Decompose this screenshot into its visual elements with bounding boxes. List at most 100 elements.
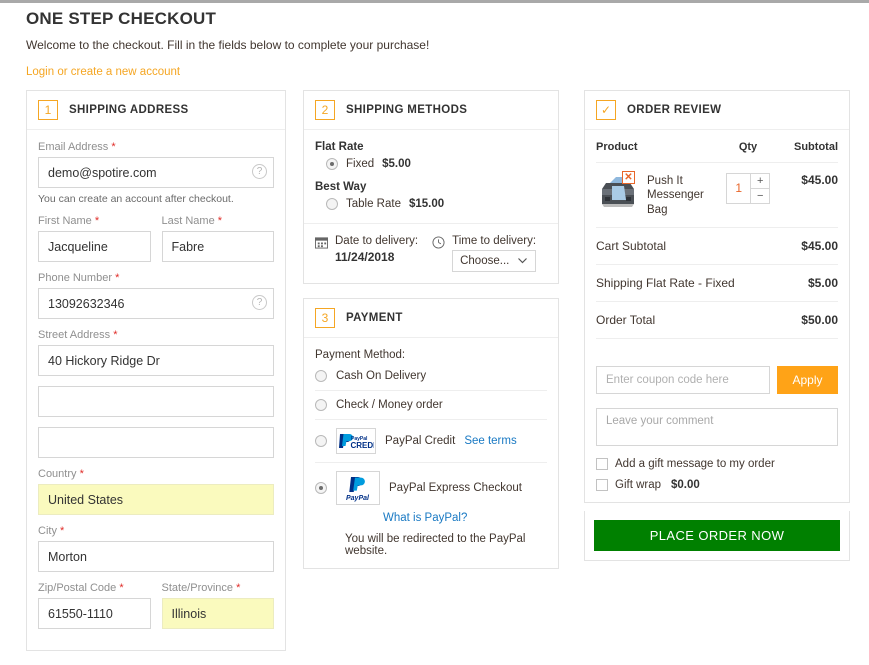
step-number-2: 2 bbox=[315, 100, 335, 120]
shipping-group-flat-rate: Flat Rate bbox=[315, 141, 364, 153]
gift-wrap-label: Gift wrap bbox=[615, 479, 662, 492]
city-required-mark: * bbox=[60, 525, 65, 537]
street-address-label-text: Street Address bbox=[38, 329, 111, 341]
street-address-line1-input[interactable] bbox=[38, 345, 274, 376]
payment-panel: 3 PAYMENT Payment Method: Cash On Delive… bbox=[303, 298, 559, 569]
first-name-required-mark: * bbox=[94, 215, 100, 227]
order-items-thead: Product Qty Subtotal bbox=[596, 141, 838, 163]
delivery-date-label: Date to delivery: bbox=[335, 235, 419, 247]
delivery-time-select[interactable]: Choose... bbox=[452, 250, 537, 272]
last-name-label: Last Name * bbox=[162, 215, 275, 227]
order-comment-textarea[interactable] bbox=[596, 408, 838, 447]
payment-option-paypal-credit-label: PayPal Credit bbox=[385, 435, 456, 447]
shipping-option-fixed-price: $5.00 bbox=[382, 158, 411, 170]
phone-label-text: Phone Number bbox=[38, 272, 112, 284]
delivery-date-text-block: Date to delivery: 11/24/2018 bbox=[335, 235, 418, 264]
apply-coupon-button[interactable]: Apply bbox=[777, 366, 838, 395]
what-is-paypal-wrap: What is PayPal? bbox=[315, 510, 547, 524]
help-icon[interactable]: ? bbox=[252, 164, 267, 179]
quantity-stepper[interactable]: 1 + − bbox=[726, 173, 770, 204]
page-title: ONE STEP CHECKOUT bbox=[26, 9, 217, 28]
order-items-header-row: Product Qty Subtotal bbox=[596, 141, 838, 163]
see-terms-link[interactable]: See terms bbox=[464, 435, 516, 447]
shipping-address-title: SHIPPING ADDRESS bbox=[69, 104, 189, 116]
radio-icon[interactable] bbox=[315, 370, 327, 382]
state-select[interactable] bbox=[161, 598, 274, 629]
order-review-title: ORDER REVIEW bbox=[627, 104, 722, 116]
email-input[interactable] bbox=[38, 157, 274, 188]
payment-option-cash-label: Cash On Delivery bbox=[336, 370, 427, 382]
street-address-line2-input[interactable] bbox=[38, 386, 274, 417]
delivery-date-value[interactable]: 11/24/2018 bbox=[335, 250, 418, 264]
city-input[interactable] bbox=[38, 541, 274, 572]
payment-option-paypal-express[interactable]: PayPal PayPal Express Checkout bbox=[315, 462, 547, 508]
product-thumbnail: ✕ bbox=[596, 171, 640, 213]
last-name-input[interactable] bbox=[161, 231, 274, 262]
help-icon[interactable]: ? bbox=[252, 295, 267, 310]
gift-message-row[interactable]: Add a gift message to my order bbox=[596, 458, 838, 471]
total-label-shipping: Shipping Flat Rate - Fixed bbox=[596, 276, 735, 291]
shipping-option-table-rate[interactable]: Table Rate $15.00 bbox=[315, 198, 547, 210]
shipping-option-fixed[interactable]: Fixed $5.00 bbox=[315, 158, 547, 170]
payment-option-cash-on-delivery[interactable]: Cash On Delivery bbox=[315, 370, 547, 390]
column-header-qty: Qty bbox=[720, 141, 776, 163]
delivery-time-label: Time to delivery: bbox=[452, 235, 537, 247]
delivery-time-select-value: Choose... bbox=[460, 255, 510, 267]
quantity-value[interactable]: 1 bbox=[727, 174, 751, 203]
payment-option-check-money-order[interactable]: Check / Money order bbox=[315, 390, 547, 419]
country-label: Country * bbox=[38, 468, 274, 480]
payment-option-paypal-credit[interactable]: PayPal CREDIT PayPal Credit See terms bbox=[315, 419, 547, 462]
state-field-group: State/Province * bbox=[161, 582, 275, 629]
shipping-address-column: 1 SHIPPING ADDRESS Email Address * ? bbox=[26, 90, 286, 665]
quantity-decrease-button[interactable]: − bbox=[751, 188, 769, 203]
radio-icon[interactable] bbox=[315, 435, 327, 447]
place-order-button[interactable]: PLACE ORDER NOW bbox=[594, 520, 840, 552]
what-is-paypal-link[interactable]: What is PayPal? bbox=[383, 512, 467, 524]
zip-label-text: Zip/Postal Code bbox=[38, 582, 117, 594]
quantity-increase-button[interactable]: + bbox=[751, 174, 769, 188]
radio-icon[interactable] bbox=[326, 198, 338, 210]
remove-item-icon[interactable]: ✕ bbox=[622, 171, 635, 184]
street-address-label: Street Address * bbox=[38, 329, 274, 341]
zip-input[interactable] bbox=[38, 598, 151, 629]
total-row-order-total: Order Total $50.00 bbox=[596, 302, 838, 340]
login-create-account-link[interactable]: Login or create a new account bbox=[26, 66, 180, 78]
name-fields-row: First Name * Last Name * bbox=[38, 215, 274, 272]
first-name-label: First Name * bbox=[38, 215, 151, 227]
radio-icon[interactable] bbox=[315, 399, 327, 411]
city-label: City * bbox=[38, 525, 274, 537]
radio-icon[interactable] bbox=[326, 158, 338, 170]
total-row-cart-subtotal: Cart Subtotal $45.00 bbox=[596, 228, 838, 266]
phone-input[interactable] bbox=[38, 288, 274, 319]
gift-message-checkbox[interactable] bbox=[596, 458, 608, 471]
payment-body: Payment Method: Cash On Delivery Check /… bbox=[304, 338, 558, 568]
table-row: ✕ Push It Messenger Bag 1 + − $45.00 bbox=[596, 162, 838, 229]
phone-input-wrap: ? bbox=[38, 288, 274, 319]
shipping-option-table-rate-price: $15.00 bbox=[408, 198, 445, 210]
payment-method-label: Payment Method: bbox=[315, 349, 406, 361]
email-label-text: Email Address bbox=[38, 141, 109, 153]
paypal-redirect-note: You will be redirected to the PayPal web… bbox=[345, 533, 526, 557]
first-name-input[interactable] bbox=[38, 231, 151, 262]
checkout-page: ONE STEP CHECKOUT Welcome to the checkou… bbox=[0, 3, 869, 651]
step-check-mark: ✓ bbox=[596, 100, 616, 120]
shipping-methods-panel: 2 SHIPPING METHODS Flat Rate Fixed $5.00… bbox=[303, 90, 559, 284]
country-select[interactable] bbox=[38, 484, 274, 515]
email-label: Email Address * bbox=[38, 141, 274, 153]
street-address-line3-input[interactable] bbox=[38, 427, 274, 458]
radio-icon[interactable] bbox=[315, 482, 327, 494]
shipping-option-table-rate-label: Table Rate bbox=[346, 198, 401, 210]
gift-wrap-row[interactable]: Gift wrap $0.00 bbox=[596, 479, 838, 492]
gift-wrap-checkbox[interactable] bbox=[596, 479, 608, 492]
delivery-scheduling-bar: Date to delivery: 11/24/2018 Time to del… bbox=[304, 223, 558, 283]
city-label-text: City bbox=[38, 525, 57, 537]
delivery-date-group: Date to delivery: 11/24/2018 bbox=[315, 235, 418, 264]
paypal-credit-logo: PayPal CREDIT bbox=[336, 428, 376, 454]
product-cell: ✕ Push It Messenger Bag bbox=[596, 162, 720, 229]
phone-required-mark: * bbox=[115, 272, 120, 284]
gift-wrap-price: $0.00 bbox=[671, 479, 700, 492]
state-label: State/Province * bbox=[162, 582, 275, 594]
coupon-input[interactable] bbox=[596, 366, 770, 395]
delivery-time-text-block: Time to delivery: Choose... bbox=[452, 235, 537, 272]
payment-header: 3 PAYMENT bbox=[304, 299, 558, 338]
